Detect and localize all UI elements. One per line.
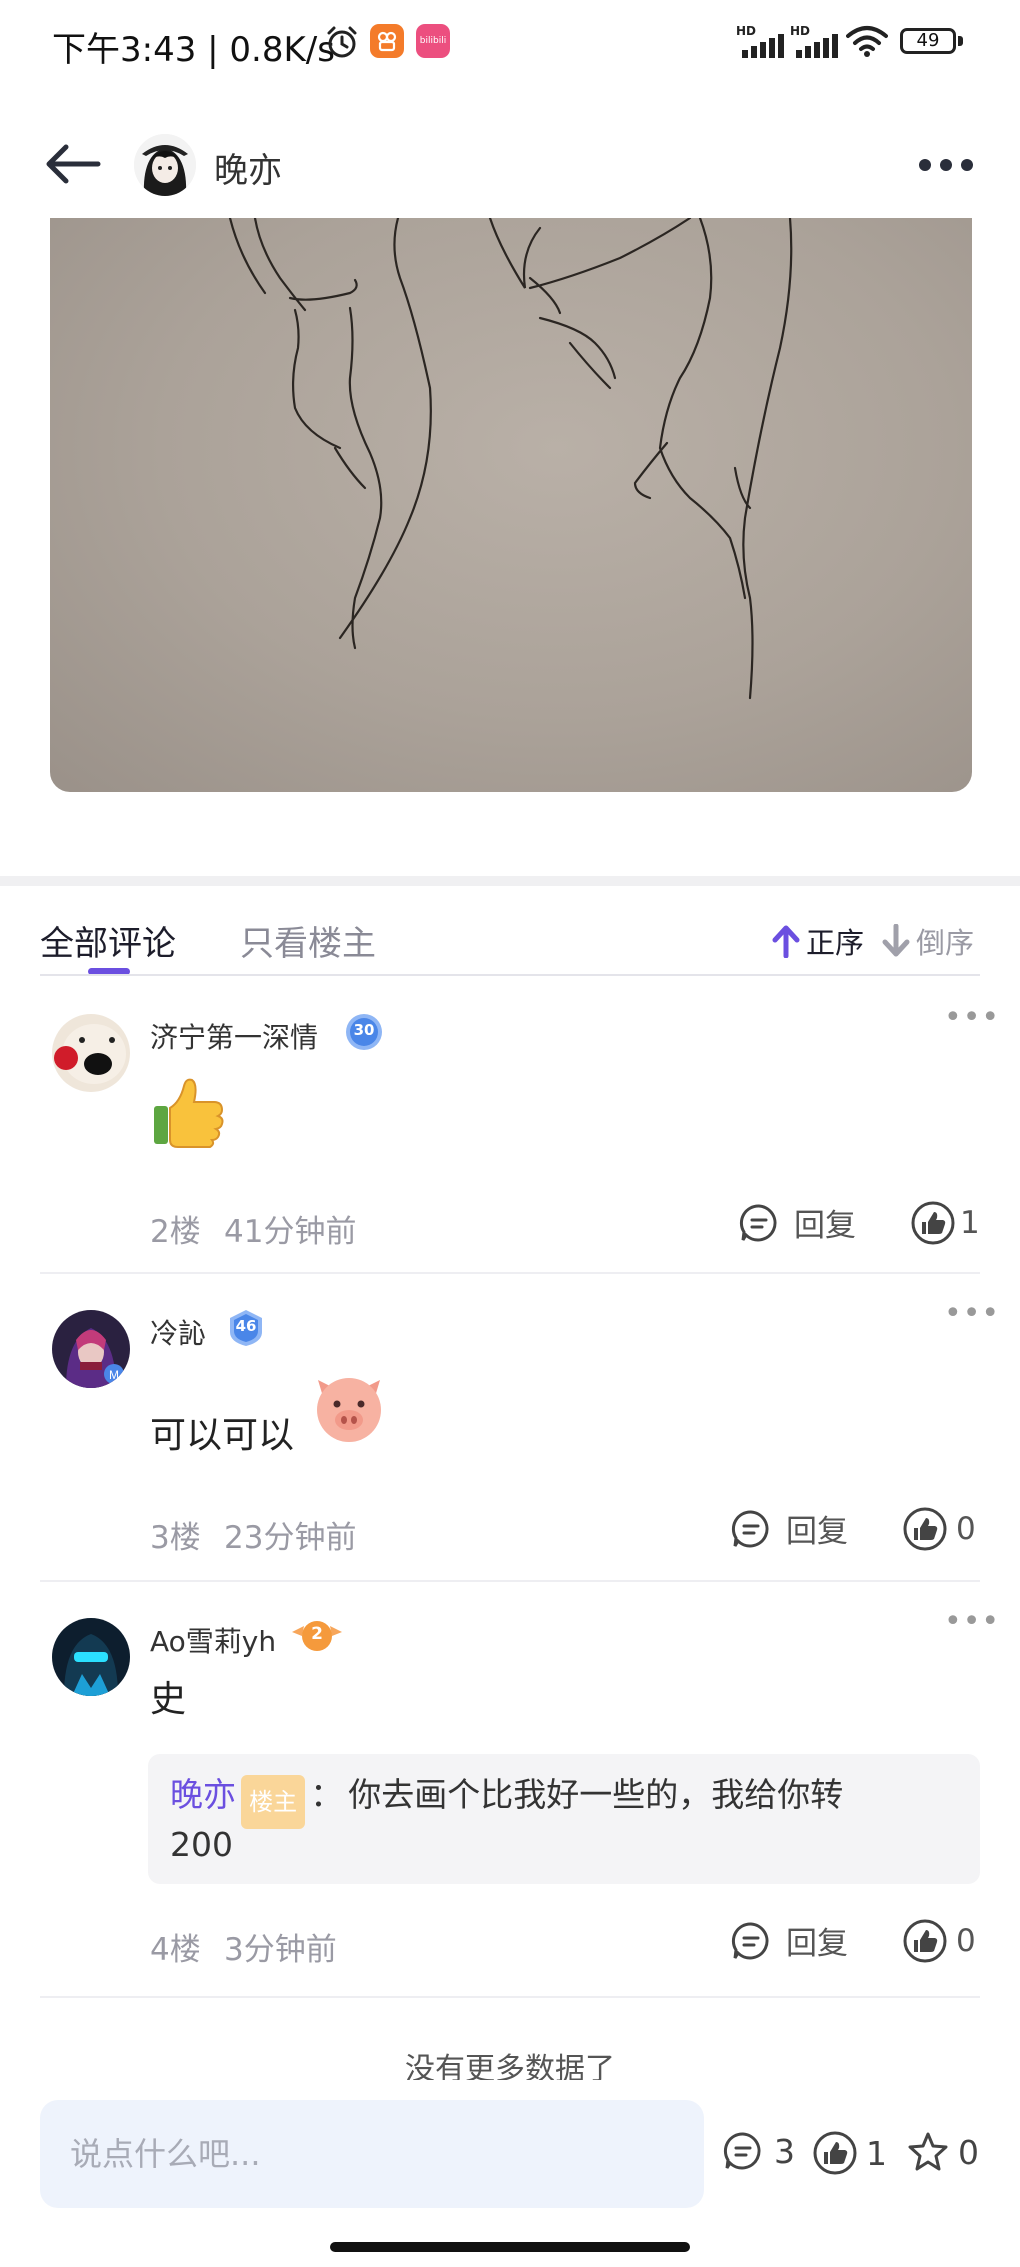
sub-reply-author[interactable]: 晚亦	[170, 1775, 236, 1814]
like-count: 1	[866, 2133, 887, 2173]
host-tag: 楼主	[241, 1774, 306, 1829]
like-button[interactable]: 1	[910, 1200, 980, 1246]
commenter-avatar[interactable]	[52, 1014, 130, 1092]
reply-button[interactable]: 回复	[730, 1918, 848, 1963]
floor-number: 4楼	[150, 1932, 201, 1968]
sort-descending[interactable]: 倒序	[882, 920, 974, 962]
comment-item: M 冷訫 46 ••• 可以可以 3楼 23分钟前 回复 0	[0, 1296, 1020, 1580]
comment-time: 41分钟前	[224, 1214, 357, 1250]
sub-reply-text-line2: 200	[170, 1825, 233, 1864]
comment-input[interactable]	[40, 2100, 704, 2208]
reply-button[interactable]: 回复	[738, 1200, 856, 1245]
thumbs-up-emoji-icon	[154, 1078, 224, 1148]
kuaishou-app-icon	[370, 24, 404, 58]
favorite-button[interactable]: 0	[906, 2130, 979, 2174]
reply-button[interactable]: 回复	[730, 1506, 848, 1551]
battery-tip	[958, 36, 963, 46]
home-indicator[interactable]	[330, 2242, 690, 2252]
floor-number: 2楼	[150, 1214, 201, 1250]
like-icon	[911, 1201, 955, 1245]
like-icon	[903, 1919, 947, 1963]
wifi-icon	[846, 26, 888, 57]
like-button[interactable]: 0	[902, 1506, 976, 1552]
reply-icon	[731, 1509, 769, 1547]
signal-icon: HD	[736, 24, 786, 60]
sort-ascending[interactable]: 正序	[772, 920, 864, 962]
tab-only-host[interactable]: 只看楼主	[240, 916, 376, 965]
comment-count: 3	[774, 2131, 795, 2171]
reply-icon	[739, 1203, 777, 1241]
comment-time: 23分钟前	[224, 1520, 357, 1556]
tabs-divider	[40, 974, 980, 976]
floor-number: 3楼	[150, 1520, 201, 1556]
post-artwork-image[interactable]	[50, 218, 972, 792]
back-arrow-icon[interactable]	[44, 142, 102, 186]
comment-more-icon[interactable]: •••	[944, 1296, 1000, 1331]
comment-text: 史	[150, 1679, 187, 1720]
comment-more-icon[interactable]: •••	[944, 1000, 1000, 1035]
author-avatar[interactable]	[134, 134, 196, 196]
author-name[interactable]: 晚亦	[214, 143, 282, 192]
favorite-count: 0	[958, 2132, 979, 2172]
sort-ascending-label: 正序	[806, 926, 865, 960]
commenter-avatar[interactable]: M	[52, 1310, 130, 1388]
like-icon	[903, 1507, 947, 1551]
svg-text:M: M	[109, 1368, 119, 1382]
post-like-button[interactable]: 1	[812, 2130, 887, 2176]
bilibili-app-icon: bilibili	[416, 24, 450, 58]
comment-time: 3分钟前	[224, 1932, 337, 1968]
comment-item: 济宁第一深情 30 ••• 2楼 41分钟前 回复 1	[0, 1000, 1020, 1272]
status-time: 下午3:43 | 0.8K/s	[52, 30, 335, 70]
user-level-badge: 2	[290, 1618, 344, 1654]
alarm-icon	[327, 26, 357, 58]
like-button[interactable]: 0	[902, 1918, 976, 1964]
comment-divider	[40, 1580, 980, 1582]
battery-indicator: 49	[900, 28, 956, 54]
comment-text: 可以可以	[150, 1415, 295, 1456]
star-icon	[908, 2132, 948, 2171]
comment-icon	[723, 2132, 761, 2170]
arrow-up-icon	[772, 925, 800, 958]
post-header: 晚亦	[0, 120, 1020, 220]
user-level-badge: 30	[344, 1012, 384, 1052]
more-options-icon[interactable]	[918, 158, 974, 172]
comment-divider	[40, 1996, 980, 1998]
signal-icon-2: HD	[790, 24, 840, 60]
commenter-name[interactable]: 冷訫	[150, 1312, 206, 1352]
user-level-badge: 46	[226, 1308, 266, 1348]
pig-emoji-icon	[317, 1378, 381, 1442]
reply-icon	[731, 1921, 769, 1959]
commenter-name[interactable]: 济宁第一深情	[150, 1016, 318, 1056]
comment-more-icon[interactable]: •••	[944, 1604, 1000, 1639]
sub-reply-text: 你去画个比我好一些的，我给你转	[348, 1775, 844, 1814]
commenter-name[interactable]: Ao雪莉yh	[150, 1620, 276, 1660]
status-bar: 下午3:43 | 0.8K/s bilibili HD HD 49	[0, 0, 1020, 90]
sort-descending-label: 倒序	[916, 926, 975, 960]
sub-reply-separator: ：	[310, 1775, 344, 1814]
commenter-avatar[interactable]	[52, 1618, 130, 1696]
section-divider	[0, 876, 1020, 886]
comment-divider	[40, 1272, 980, 1274]
arrow-down-icon	[882, 924, 910, 957]
comment-count-button[interactable]: 3	[722, 2130, 795, 2172]
like-icon	[813, 2131, 857, 2175]
sub-reply[interactable]: 晚亦 楼主 ： 你去画个比我好一些的，我给你转 200	[148, 1754, 980, 1884]
tab-all-comments[interactable]: 全部评论	[40, 916, 176, 965]
